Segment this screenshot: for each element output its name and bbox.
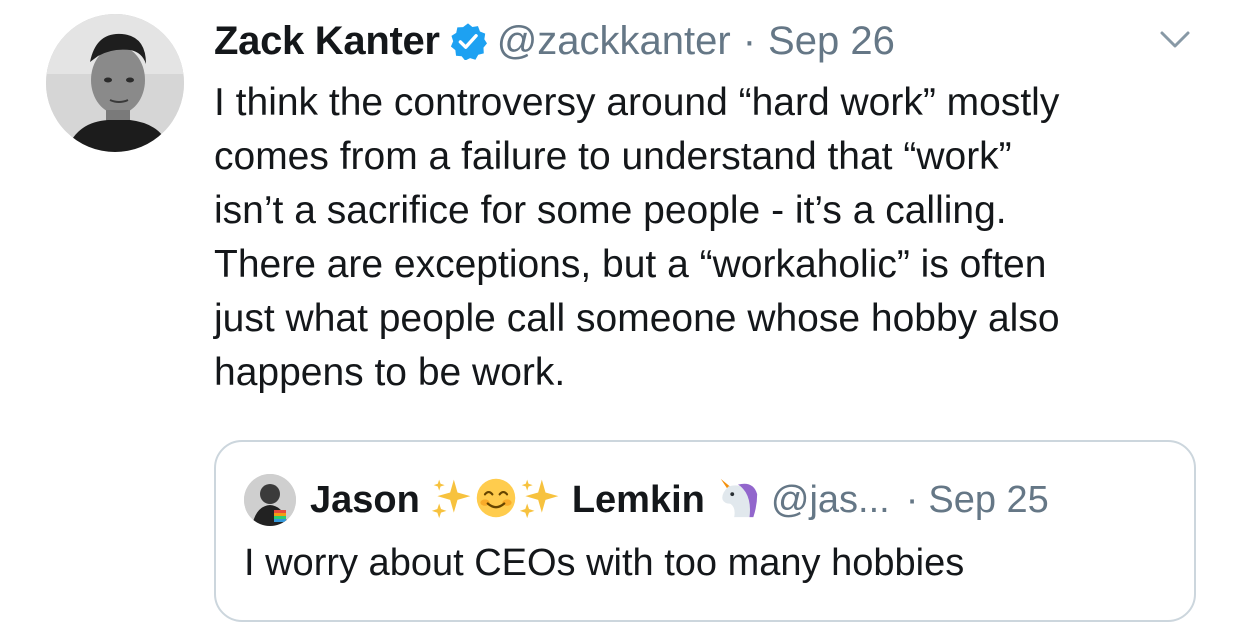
quoted-author-name-first[interactable]: Jason xyxy=(310,479,420,522)
quoted-tweet-date[interactable]: Sep 25 xyxy=(928,479,1048,522)
tweet-header: Zack Kanter @zackkanter · Sep 26 xyxy=(214,18,895,64)
chevron-down-icon[interactable] xyxy=(1158,28,1192,52)
quoted-author-handle[interactable]: @jas... xyxy=(771,479,890,522)
tweet-text: I think the controversy around “hard wor… xyxy=(214,81,1060,394)
sparkles-icon xyxy=(430,476,474,525)
quoted-author-name-last[interactable]: Lemkin xyxy=(572,479,705,522)
quoted-author-avatar xyxy=(244,474,296,526)
tweet-card[interactable]: Zack Kanter @zackkanter · Sep 26 I think… xyxy=(0,0,1242,640)
author-name[interactable]: Zack Kanter xyxy=(214,19,440,64)
quoted-tweet-header: Jason Lemkin @jas... · Sep 25 xyxy=(244,474,1049,526)
quoted-tweet[interactable]: Jason Lemkin @jas... · Sep 25 I worry ab… xyxy=(214,440,1196,622)
smiling-face-icon xyxy=(474,476,518,525)
sparkles-icon xyxy=(518,476,562,525)
quoted-tweet-text: I worry about CEOs with too many hobbies xyxy=(244,542,965,584)
unicorn-icon xyxy=(715,475,761,526)
verified-badge-icon xyxy=(449,22,487,61)
author-handle[interactable]: @zackkanter xyxy=(497,19,731,64)
tweet-date[interactable]: Sep 26 xyxy=(768,19,895,64)
separator-dot: · xyxy=(905,478,919,521)
author-avatar[interactable] xyxy=(46,14,184,152)
separator-dot: · xyxy=(742,18,757,63)
